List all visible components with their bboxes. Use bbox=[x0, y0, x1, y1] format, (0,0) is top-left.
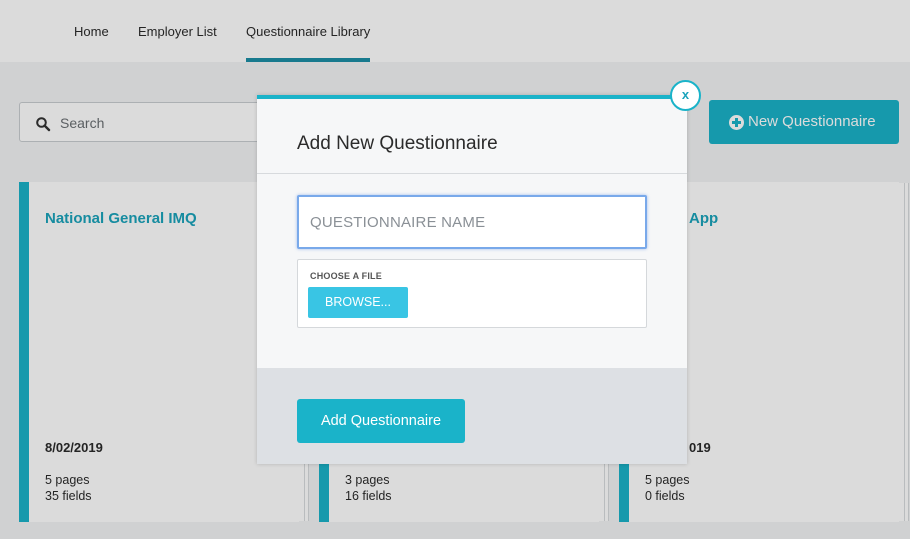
modal-title: Add New Questionnaire bbox=[297, 133, 498, 154]
questionnaire-name-input[interactable] bbox=[297, 195, 647, 249]
add-questionnaire-modal: Add New Questionnaire CHOOSE A FILE BROW… bbox=[257, 95, 687, 464]
browse-button[interactable]: BROWSE... bbox=[308, 287, 408, 318]
file-chooser: CHOOSE A FILE BROWSE... bbox=[297, 259, 647, 328]
file-chooser-label: CHOOSE A FILE bbox=[310, 271, 382, 281]
modal-header: Add New Questionnaire bbox=[257, 99, 687, 174]
add-questionnaire-button[interactable]: Add Questionnaire bbox=[297, 399, 465, 443]
modal-footer: Add Questionnaire bbox=[257, 368, 687, 464]
close-modal-button[interactable]: x bbox=[670, 80, 701, 111]
